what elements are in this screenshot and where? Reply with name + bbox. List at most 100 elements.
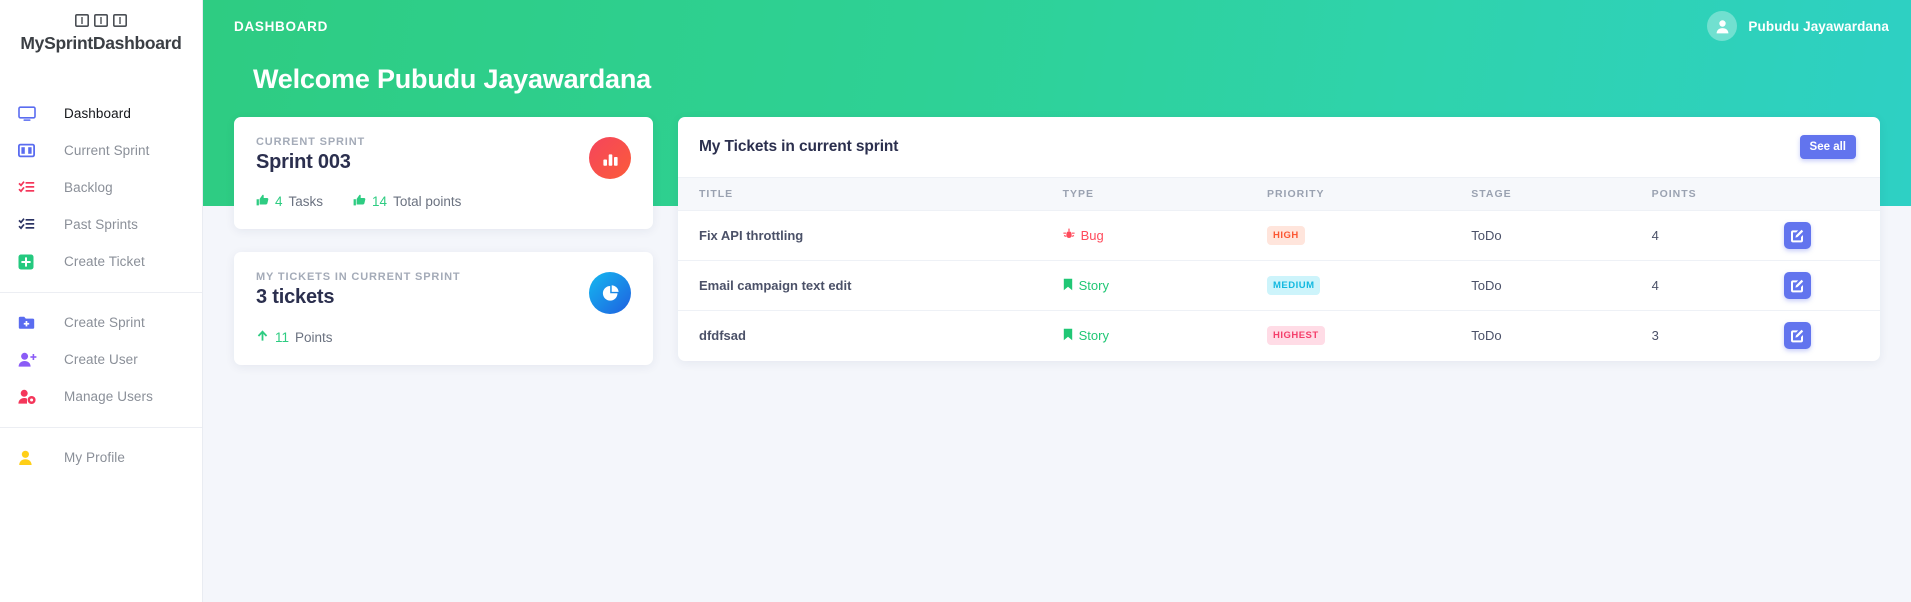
sidebar-divider (0, 427, 202, 429)
cell-type: Story (1063, 311, 1267, 361)
column-header-stage: STAGE (1471, 177, 1652, 211)
sidebar-item-past-sprints[interactable]: Past Sprints (0, 206, 202, 243)
cell-priority: MEDIUM (1266, 260, 1472, 311)
current-sprint-card: CURRENT SPRINT Sprint 003 4 Tasks 14 Tot… (234, 117, 653, 229)
card-kicker: MY TICKETS IN CURRENT SPRINT (256, 271, 461, 283)
bug-icon (1063, 228, 1075, 243)
brand[interactable]: MySprintDashboard (0, 0, 202, 53)
metric-label: Points (295, 329, 333, 345)
column-header-title: TITLE (678, 177, 1063, 211)
cell-stage: ToDo (1471, 328, 1502, 344)
tickets-card-header: My Tickets in current sprint See all (678, 117, 1880, 177)
tickets-card: My Tickets in current sprint See all TIT… (678, 117, 1880, 361)
user-gear-icon (18, 388, 40, 406)
sidebar: MySprintDashboard Dashboard Current Spri… (0, 0, 203, 602)
sidebar-item-label: Backlog (64, 180, 113, 196)
type-label: Bug (1080, 228, 1104, 243)
table-row[interactable]: Email campaign text edit Story MEDIUM To… (678, 260, 1880, 311)
sidebar-item-label: My Profile (64, 450, 126, 466)
bookmark-icon (1063, 328, 1073, 344)
user-plus-icon (18, 351, 40, 369)
edit-pen-square-icon (1791, 329, 1804, 343)
tickets-column: My Tickets in current sprint See all TIT… (678, 117, 1880, 361)
see-all-button[interactable]: See all (1799, 135, 1856, 159)
cell-actions (1783, 210, 1880, 261)
content-grid: CURRENT SPRINT Sprint 003 4 Tasks 14 Tot… (203, 0, 1911, 365)
cell-type: Bug (1062, 210, 1267, 261)
thumbs-up-icon (353, 194, 366, 209)
edit-pen-square-icon (1791, 279, 1804, 292)
metric-points: 11 Points (256, 329, 333, 345)
sidebar-item-label: Create Sprint (64, 315, 145, 331)
cell-actions (1783, 311, 1880, 361)
cell-title: dfdfsad (699, 328, 746, 344)
sidebar-item-label: Past Sprints (64, 217, 138, 233)
monitor-icon (18, 105, 40, 123)
sidebar-item-create-ticket[interactable]: Create Ticket (0, 243, 202, 280)
card-value: 3 tickets (256, 286, 335, 308)
sidebar-nav: Dashboard Current Sprint Backlog Past Sp… (0, 95, 202, 476)
type-label: Story (1078, 328, 1109, 344)
column-header-priority: PRIORITY (1266, 177, 1472, 211)
sidebar-group-admin: Create Sprint Create User Manage Users (0, 304, 202, 415)
sidebar-item-current-sprint[interactable]: Current Sprint (0, 132, 202, 169)
card-metrics: 4 Tasks 14 Total points (256, 194, 631, 209)
sidebar-item-my-profile[interactable]: My Profile (0, 439, 202, 476)
cell-stage: ToDo (1471, 210, 1652, 261)
brand-name: MySprintDashboard (20, 33, 182, 53)
main-area: DASHBOARD Pubudu Jayawardana Welcome Pub… (203, 0, 1911, 602)
sidebar-item-backlog[interactable]: Backlog (0, 169, 202, 206)
arrow-up-icon (256, 329, 269, 345)
tickets-table-head: TITLE TYPE PRIORITY STAGE POINTS (678, 177, 1880, 211)
cell-actions (1783, 260, 1880, 311)
sidebar-item-label: Dashboard (64, 106, 131, 122)
sidebar-group-profile: My Profile (0, 439, 202, 476)
bookmark-icon (1063, 278, 1073, 294)
edit-ticket-button[interactable] (1783, 222, 1811, 249)
brand-logo-icons (0, 14, 202, 27)
plus-square-icon (18, 253, 40, 271)
app-root: MySprintDashboard Dashboard Current Spri… (0, 0, 1911, 602)
tickets-table-body: Fix API throttling Bug HIGH ToDo 4 Email… (678, 210, 1880, 361)
board-columns-icon (94, 14, 108, 27)
bar-chart-icon (589, 137, 631, 179)
table-row[interactable]: Fix API throttling Bug HIGH ToDo 4 (678, 210, 1880, 261)
tickets-table: TITLE TYPE PRIORITY STAGE POINTS Fix API… (678, 177, 1880, 361)
cell-priority: HIGH (1266, 210, 1472, 261)
edit-ticket-button[interactable] (1783, 322, 1811, 350)
thumbs-up-icon (256, 194, 269, 209)
sidebar-divider (0, 292, 202, 294)
cell-title: Fix API throttling (678, 210, 1063, 261)
board-columns-icon (113, 14, 127, 27)
sidebar-item-create-sprint[interactable]: Create Sprint (0, 304, 202, 341)
status-badge: HIGHEST (1266, 326, 1325, 346)
cell-priority: HIGHEST (1266, 311, 1471, 361)
cell-title: Email campaign text edit (678, 260, 1063, 311)
cell-points: 4 (1651, 210, 1784, 261)
pie-chart-icon (589, 272, 631, 314)
cell-points: 3 (1651, 328, 1659, 344)
sidebar-item-create-user[interactable]: Create User (0, 341, 202, 378)
status-badge: HIGH (1266, 226, 1305, 245)
sidebar-item-manage-users[interactable]: Manage Users (0, 378, 202, 415)
metric-label: Tasks (288, 194, 324, 209)
edit-ticket-button[interactable] (1783, 272, 1811, 299)
user-icon (18, 449, 40, 467)
stats-column: CURRENT SPRINT Sprint 003 4 Tasks 14 Tot… (234, 117, 653, 365)
tickets-title: My Tickets in current sprint (699, 138, 899, 155)
metric-total-points: 14 Total points (353, 194, 461, 209)
column-header-points: POINTS (1651, 177, 1784, 211)
task-list-red-icon (18, 179, 40, 197)
card-value: Sprint 003 (256, 151, 351, 173)
my-tickets-card: MY TICKETS IN CURRENT SPRINT 3 tickets 1… (234, 252, 653, 365)
table-row[interactable]: dfdfsad Story HIGHEST ToDo 3 (678, 311, 1880, 361)
card-kicker: CURRENT SPRINT (256, 136, 366, 148)
column-header-actions (1783, 177, 1880, 211)
edit-pen-square-icon (1791, 229, 1804, 242)
sidebar-item-dashboard[interactable]: Dashboard (0, 95, 202, 132)
cell-points: 4 (1651, 260, 1784, 311)
metric-number: 11 (275, 329, 290, 345)
metric-label: Total points (393, 194, 462, 209)
metric-number: 4 (275, 194, 283, 209)
board-columns-icon (75, 14, 89, 27)
